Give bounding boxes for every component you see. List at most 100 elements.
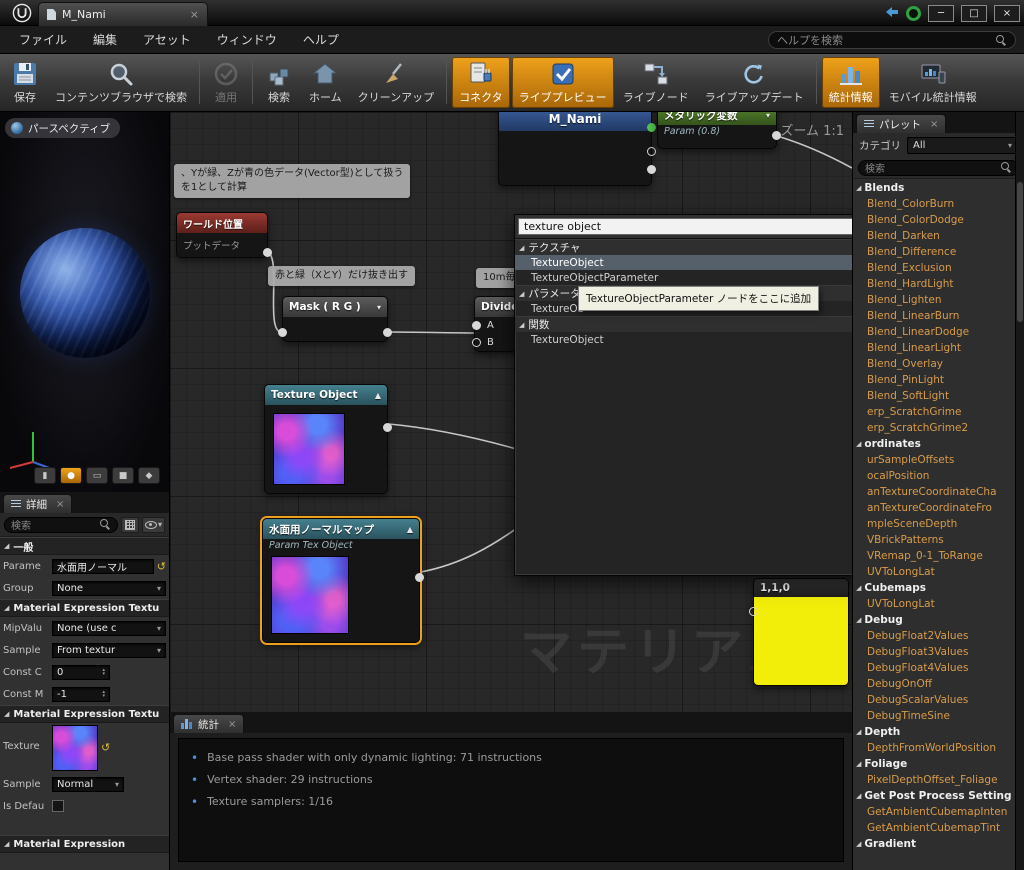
pin-icon[interactable] (415, 573, 424, 582)
context-category[interactable]: ◢ 関数 (515, 316, 852, 332)
connectors-button[interactable]: コネクタ (452, 57, 510, 108)
palette-category[interactable]: ◢ Depth (853, 724, 1015, 740)
palette-item[interactable]: erp_ScratchGrime2 (853, 420, 1015, 436)
palette-item[interactable]: Blend_Lighten (853, 292, 1015, 308)
sampler-source-dropdown[interactable]: From textur ▾ (52, 642, 166, 658)
palette-item[interactable]: Blend_ColorDodge (853, 212, 1015, 228)
palette-category[interactable]: ◢ Get Post Process Setting (853, 788, 1015, 804)
preview-shape-sphere-button[interactable]: ● (60, 467, 82, 484)
palette-category[interactable]: ◢ Foliage (853, 756, 1015, 772)
visibility-filter-button[interactable]: ▾ (141, 516, 165, 533)
pin-icon[interactable] (383, 423, 392, 432)
palette-item[interactable]: DepthFromWorldPosition (853, 740, 1015, 756)
menu-item[interactable]: ヘルプ (290, 31, 352, 48)
node-material-output[interactable]: M_Nami (498, 112, 656, 186)
close-icon[interactable]: × (930, 119, 938, 130)
material-graph[interactable]: マテリアル 、Yが緑、Zが青の色データ(Vector型)として扱う を1として計… (170, 112, 852, 712)
preview-shape-mesh-button[interactable]: ◆ (138, 467, 160, 484)
palette-item[interactable]: Blend_LinearDodge (853, 324, 1015, 340)
sampler-type-dropdown[interactable]: Normal ▾ (52, 776, 124, 792)
minimize-button[interactable]: ─ (928, 4, 954, 22)
palette-category[interactable]: ◢ Blends (853, 180, 1015, 196)
texture-thumbnail[interactable] (52, 725, 98, 771)
help-search-input[interactable]: ヘルプを検索 (768, 31, 1016, 49)
home-button[interactable]: ホーム (302, 57, 349, 108)
find-in-content-browser-button[interactable]: コンテンツブラウザで検索 (48, 57, 194, 108)
palette-item[interactable]: Blend_Exclusion (853, 260, 1015, 276)
spinner-arrows-icon[interactable]: ▴ ▾ (102, 668, 105, 677)
comment-bubble[interactable]: 赤と緑（XとY）だけ抜き出す (268, 266, 415, 286)
apply-button[interactable]: 適用 (205, 57, 247, 108)
palette-item[interactable]: PixelDepthOffset_Foliage (853, 772, 1015, 788)
group-dropdown[interactable]: None ▾ (52, 580, 166, 596)
palette-item[interactable]: Blend_Darken (853, 228, 1015, 244)
palette-item[interactable]: Blend_ColorBurn (853, 196, 1015, 212)
scrollbar-thumb[interactable] (1017, 182, 1023, 322)
live-nodes-button[interactable]: ライブノード (616, 57, 696, 108)
palette-item[interactable]: VRemap_0-1_ToRange (853, 548, 1015, 564)
preview-shape-plane-button[interactable]: ▭ (86, 467, 108, 484)
details-tab[interactable]: 詳細 × (3, 494, 73, 513)
palette-item[interactable]: GetAmbientCubemapTint (853, 820, 1015, 836)
palette-item[interactable]: Blend_SoftLight (853, 388, 1015, 404)
stats-tab[interactable]: 統計 × (173, 714, 245, 733)
palette-item[interactable]: UVToLongLat (853, 564, 1015, 580)
menu-item[interactable]: アセット (130, 31, 204, 48)
close-button[interactable]: × (994, 4, 1020, 22)
palette-item[interactable]: DebugFloat3Values (853, 644, 1015, 660)
palette-category[interactable]: ◢ Cubemaps (853, 580, 1015, 596)
preview-viewport[interactable]: パースペクティブ ▮ ● ▭ ■ ◆ (0, 112, 170, 492)
pin-icon[interactable] (472, 321, 481, 330)
palette-item[interactable]: DebugScalarValues (853, 692, 1015, 708)
pin-icon[interactable] (472, 338, 481, 347)
network-status-icon[interactable] (885, 6, 899, 21)
perspective-button[interactable]: パースペクティブ (5, 118, 121, 138)
is-default-checkbox[interactable] (52, 800, 64, 812)
palette-scrollbar[interactable] (1015, 112, 1024, 870)
mip-value-dropdown[interactable]: None (use c ▾ (52, 620, 166, 636)
live-update-button[interactable]: ライブアップデート (698, 57, 811, 108)
section-texture-param[interactable]: ◢ Material Expression Textu (0, 599, 169, 617)
reset-to-default-icon[interactable]: ↺ (157, 560, 166, 573)
palette-item[interactable]: DebugTimeSine (853, 708, 1015, 724)
node-texture-object[interactable]: Texture Object ▲ (264, 384, 392, 494)
context-item[interactable]: TextureObject (515, 332, 852, 347)
close-icon[interactable]: × (228, 719, 236, 730)
spinner-arrows-icon[interactable]: ▴ ▾ (102, 690, 105, 699)
launcher-sync-icon[interactable] (906, 5, 921, 21)
live-preview-button[interactable]: ライブプレビュー (511, 57, 614, 108)
menu-item[interactable]: 編集 (80, 31, 130, 48)
const-mip-input[interactable]: -1 ▴ ▾ (52, 686, 110, 702)
palette-category[interactable]: ◢ Debug (853, 612, 1015, 628)
context-item[interactable]: TextureObjectParameter (515, 270, 852, 285)
context-item[interactable]: TextureObject (515, 255, 852, 270)
palette-item[interactable]: DebugOnOff (853, 676, 1015, 692)
stats-button[interactable]: 統計情報 (821, 57, 880, 108)
parameter-name-input[interactable]: 水面用ノーマル (52, 558, 154, 574)
context-category[interactable]: ◢ テクスチャ (515, 239, 852, 255)
menu-item[interactable]: ファイル (6, 31, 80, 48)
palette-item[interactable]: Blend_HardLight (853, 276, 1015, 292)
node-normal-map-param[interactable]: 水面用ノーマルマップ ▲ Param Tex Object (262, 518, 424, 643)
palette-item[interactable]: Blend_LinearBurn (853, 308, 1015, 324)
asset-tab[interactable]: M_Nami × (38, 2, 208, 26)
node-metallic-param[interactable]: メタリック変数 ▾ Param (0.8) (657, 112, 781, 149)
palette-item[interactable]: Blend_Difference (853, 244, 1015, 260)
palette-item[interactable]: DebugFloat4Values (853, 660, 1015, 676)
palette-category[interactable]: ◢ Gradient (853, 836, 1015, 852)
node-world-position[interactable]: ワールド位置 プットデータ (176, 212, 272, 258)
palette-item[interactable]: DebugFloat2Values (853, 628, 1015, 644)
preview-shape-cube-button[interactable]: ■ (112, 467, 134, 484)
menu-item[interactable]: ウィンドウ (204, 31, 290, 48)
const-coordinate-input[interactable]: 0 ▴ ▾ (52, 664, 110, 680)
close-tab-icon[interactable]: × (190, 8, 199, 21)
details-search-input[interactable]: 検索 (4, 516, 118, 533)
collapse-icon[interactable]: ▲ (375, 391, 381, 400)
palette-search-input[interactable]: 検索 (858, 159, 1019, 176)
maximize-button[interactable]: □ (961, 4, 987, 22)
pin-icon[interactable] (383, 328, 392, 337)
palette-item[interactable]: VBrickPatterns (853, 532, 1015, 548)
node-mask[interactable]: Mask ( R G ) ▾ (278, 296, 392, 342)
palette-item[interactable]: Blend_PinLight (853, 372, 1015, 388)
palette-item[interactable]: urSampleOffsets (853, 452, 1015, 468)
